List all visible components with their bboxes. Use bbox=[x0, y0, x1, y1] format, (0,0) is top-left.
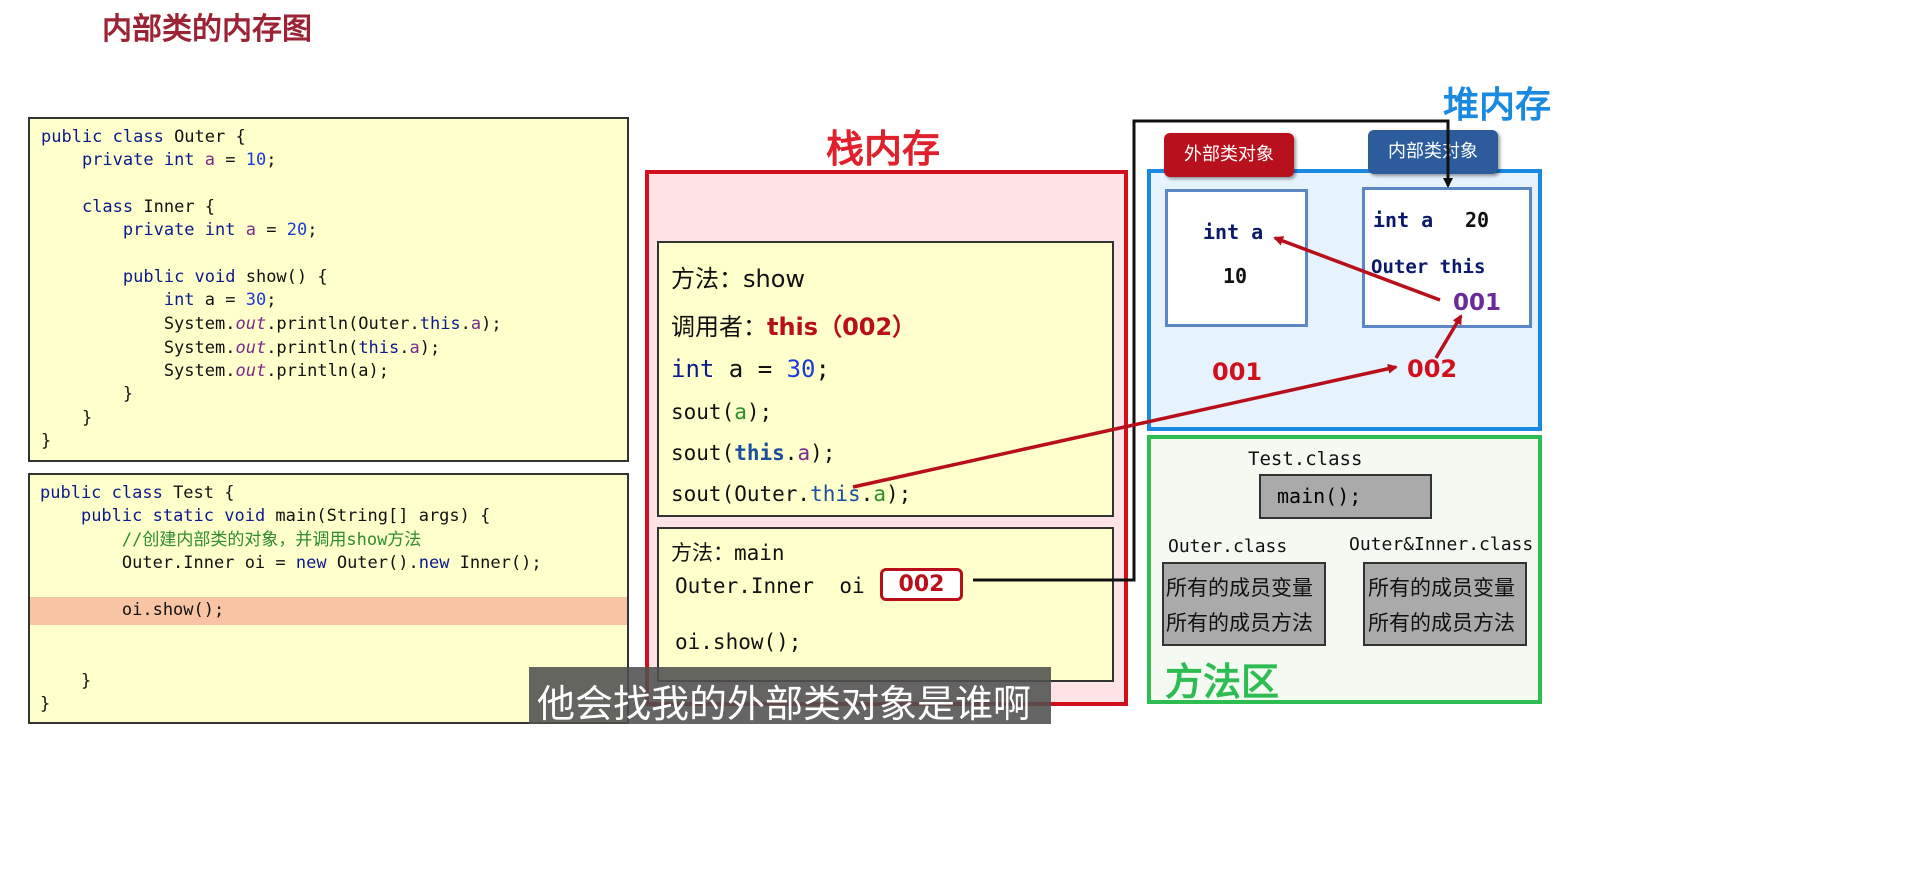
video-subtitle: 他会找我的外部类对象是谁啊 bbox=[529, 667, 1051, 726]
addr-002-arrow bbox=[1434, 314, 1463, 359]
subtitle-text: 他会找我的外部类对象是谁啊 bbox=[537, 682, 1032, 726]
arrows-layer bbox=[852, 119, 1463, 582]
oi-reference-line bbox=[973, 119, 1453, 582]
outer-this-a-arrow bbox=[852, 363, 1398, 489]
outer-ref-arrow bbox=[1273, 236, 1441, 302]
